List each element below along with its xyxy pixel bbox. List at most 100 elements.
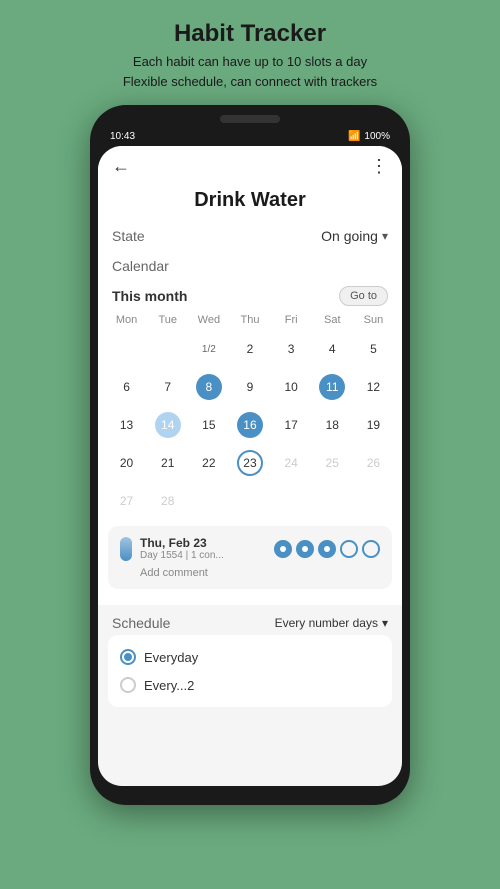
phone-notch — [220, 115, 280, 123]
day-header-sun: Sun — [353, 312, 394, 328]
day-info-sub: Day 1554 | 1 con... — [140, 550, 224, 561]
sched-option-every2[interactable]: Every...2 — [120, 671, 380, 699]
slot-4[interactable] — [340, 540, 358, 558]
status-bar: 10:43 📶 100% — [98, 129, 402, 146]
day-header-mon: Mon — [106, 312, 147, 328]
page-title: Habit Tracker — [174, 20, 326, 48]
cal-cell-24[interactable]: 24 — [271, 446, 312, 480]
schedule-row: Schedule Every number days ▾ — [98, 605, 402, 635]
state-value-text: On going — [321, 228, 378, 244]
cal-cell-empty — [106, 332, 147, 366]
cal-cell-6[interactable]: 6 — [106, 370, 147, 404]
cal-cell-9[interactable]: 9 — [229, 370, 270, 404]
cal-cell-17[interactable]: 17 — [271, 408, 312, 442]
slot-2[interactable] — [296, 540, 314, 558]
schedule-dropdown-arrow: ▾ — [382, 616, 388, 630]
day-headers: Mon Tue Wed Thu Fri Sat Sun — [106, 312, 394, 328]
cal-cell-27[interactable]: 27 — [106, 484, 147, 518]
status-icons: 📶 100% — [348, 131, 390, 142]
page-subtitle: Each habit can have up to 10 slots a day… — [123, 52, 377, 91]
phone-frame: 10:43 📶 100% ← ⋮ Drink Water State On go… — [90, 105, 410, 805]
cal-cell-16[interactable]: 16 — [229, 408, 270, 442]
water-bottle-icon — [120, 537, 132, 561]
day-info-top: Thu, Feb 23 Day 1554 | 1 con... — [120, 536, 380, 561]
cal-cell-19[interactable]: 19 — [353, 408, 394, 442]
bottom-peek — [98, 707, 402, 723]
cal-row-2: 6 7 8 9 10 11 12 — [106, 370, 394, 404]
cal-row-5: 27 28 — [106, 484, 394, 518]
sched-option-everyday[interactable]: Everyday — [120, 643, 380, 671]
radio-every2[interactable] — [120, 677, 136, 693]
cal-cell-15[interactable]: 15 — [188, 408, 229, 442]
cal-cell-empty2 — [147, 332, 188, 366]
signal-icon: 📶 — [348, 131, 360, 142]
cal-cell-e5 — [353, 484, 394, 518]
cal-cell-20[interactable]: 20 — [106, 446, 147, 480]
add-comment[interactable]: Add comment — [120, 567, 380, 579]
cal-cell-3[interactable]: 3 — [271, 332, 312, 366]
battery-icon: 100% — [364, 131, 390, 142]
radio-everyday[interactable] — [120, 649, 136, 665]
status-time: 10:43 — [110, 131, 135, 142]
cal-cell-13[interactable]: 13 — [106, 408, 147, 442]
cal-cell-21[interactable]: 21 — [147, 446, 188, 480]
habit-title: Drink Water — [98, 183, 402, 222]
day-info-date: Thu, Feb 23 — [140, 536, 224, 550]
schedule-options: Everyday Every...2 — [108, 635, 392, 707]
day-header-fri: Fri — [271, 312, 312, 328]
screen: ← ⋮ Drink Water State On going ▾ Calenda… — [98, 146, 402, 786]
slot-1[interactable] — [274, 540, 292, 558]
more-button[interactable]: ⋮ — [370, 156, 388, 177]
schedule-dropdown[interactable]: Every number days ▾ — [275, 616, 388, 630]
day-header-wed: Wed — [188, 312, 229, 328]
calendar-header: This month Go to — [98, 278, 402, 312]
cal-cell-2[interactable]: 2 — [229, 332, 270, 366]
cal-cell-4[interactable]: 4 — [312, 332, 353, 366]
cal-cell-e3 — [271, 484, 312, 518]
cal-row-4: 20 21 22 23 24 25 26 — [106, 446, 394, 480]
sched-option-every2-label: Every...2 — [144, 678, 194, 693]
sched-option-everyday-label: Everyday — [144, 650, 198, 665]
cal-cell-11[interactable]: 11 — [312, 370, 353, 404]
cal-cell-22[interactable]: 22 — [188, 446, 229, 480]
back-button[interactable]: ← — [112, 156, 130, 177]
day-info-text: Thu, Feb 23 Day 1554 | 1 con... — [140, 536, 224, 561]
day-header-tue: Tue — [147, 312, 188, 328]
state-label: State — [112, 228, 145, 244]
cal-cell-28[interactable]: 28 — [147, 484, 188, 518]
month-label: This month — [112, 288, 187, 304]
cal-row-3: 13 14 15 16 17 18 19 — [106, 408, 394, 442]
cal-row-1: 1/2 2 3 4 5 — [106, 332, 394, 366]
top-bar: ← ⋮ — [98, 146, 402, 183]
cal-cell-8[interactable]: 8 — [188, 370, 229, 404]
cal-cell-23[interactable]: 23 — [229, 446, 270, 480]
calendar-grid: Mon Tue Wed Thu Fri Sat Sun 1/2 2 3 4 5 — [98, 312, 402, 518]
state-dropdown-arrow: ▾ — [382, 229, 388, 243]
day-header-sat: Sat — [312, 312, 353, 328]
cal-cell-18[interactable]: 18 — [312, 408, 353, 442]
slot-icons — [274, 540, 380, 558]
slot-3[interactable] — [318, 540, 336, 558]
state-row: State On going ▾ — [98, 222, 402, 250]
cal-cell-5[interactable]: 5 — [353, 332, 394, 366]
cal-cell-e4 — [312, 484, 353, 518]
schedule-value-text: Every number days — [275, 616, 378, 630]
calendar-section: This month Go to Mon Tue Wed Thu Fri Sat… — [98, 278, 402, 605]
slot-5[interactable] — [362, 540, 380, 558]
schedule-label: Schedule — [112, 615, 170, 631]
day-header-thu: Thu — [229, 312, 270, 328]
cal-cell-e1 — [188, 484, 229, 518]
cal-cell-e2 — [229, 484, 270, 518]
cal-cell-14[interactable]: 14 — [147, 408, 188, 442]
goto-button[interactable]: Go to — [339, 286, 388, 306]
cal-cell-12[interactable]: 12 — [353, 370, 394, 404]
cal-cell-10[interactable]: 10 — [271, 370, 312, 404]
cal-cell-26[interactable]: 26 — [353, 446, 394, 480]
day-info-card: Thu, Feb 23 Day 1554 | 1 con... — [108, 526, 392, 589]
cal-cell-25[interactable]: 25 — [312, 446, 353, 480]
cal-cell-1-2[interactable]: 1/2 — [188, 332, 229, 366]
state-dropdown[interactable]: On going ▾ — [321, 228, 388, 244]
radio-everyday-inner — [124, 653, 132, 661]
cal-cell-7[interactable]: 7 — [147, 370, 188, 404]
calendar-section-label: Calendar — [98, 250, 402, 278]
